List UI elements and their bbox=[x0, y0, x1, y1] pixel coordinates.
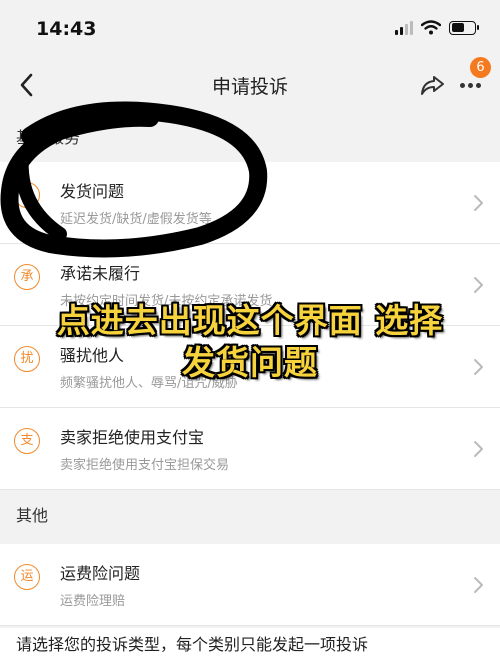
section-header-other: 其他 bbox=[16, 506, 49, 525]
item-title: 卖家拒绝使用支付宝 bbox=[60, 428, 205, 447]
shipping-insurance-icon: 运 bbox=[14, 564, 40, 590]
item-subtitle: 延迟发货/缺货/虚假发货等 bbox=[60, 212, 212, 227]
status-bar: 14:43 bbox=[0, 0, 500, 58]
status-icons bbox=[395, 20, 479, 35]
chevron-right-icon bbox=[474, 577, 483, 593]
chevron-right-icon bbox=[474, 441, 483, 457]
chevron-right-icon bbox=[474, 277, 483, 293]
shipping-icon: 运 bbox=[14, 182, 40, 208]
overlay-caption-line1: 点进去出现这个界面 选择 bbox=[56, 301, 444, 340]
complaint-item-shipping-insurance[interactable]: 运 运费险问题 运费险理赔 bbox=[0, 544, 500, 626]
battery-icon bbox=[449, 20, 479, 35]
footer-note: 请选择您的投诉类型，每个类别只能发起一项投诉 bbox=[0, 628, 500, 661]
alipay-icon: 支 bbox=[14, 428, 40, 454]
nav-bar: 申请投诉 6 bbox=[0, 57, 500, 114]
complaint-item-alipay[interactable]: 支 卖家拒绝使用支付宝 卖家拒绝使用支付宝担保交易 bbox=[0, 408, 500, 490]
overlay-caption-line2: 发货问题 bbox=[182, 343, 318, 382]
promise-icon: 承 bbox=[14, 264, 40, 290]
item-title: 发货问题 bbox=[60, 182, 125, 201]
item-subtitle: 卖家拒绝使用支付宝担保交易 bbox=[60, 458, 230, 473]
item-title: 运费险问题 bbox=[60, 564, 141, 583]
item-title: 承诺未履行 bbox=[60, 264, 141, 283]
chevron-right-icon bbox=[474, 195, 483, 211]
complaint-item-shipping[interactable]: 运 发货问题 延迟发货/缺货/虚假发货等 bbox=[0, 162, 500, 244]
wifi-icon bbox=[421, 20, 441, 35]
item-subtitle: 运费险理赔 bbox=[60, 594, 126, 609]
section-header-basic: 基础服务 bbox=[16, 128, 81, 147]
status-time: 14:43 bbox=[36, 18, 97, 40]
more-options-button[interactable] bbox=[460, 83, 481, 88]
cellular-signal-icon bbox=[395, 20, 413, 35]
share-icon[interactable] bbox=[418, 71, 446, 99]
notification-badge: 6 bbox=[470, 57, 491, 78]
